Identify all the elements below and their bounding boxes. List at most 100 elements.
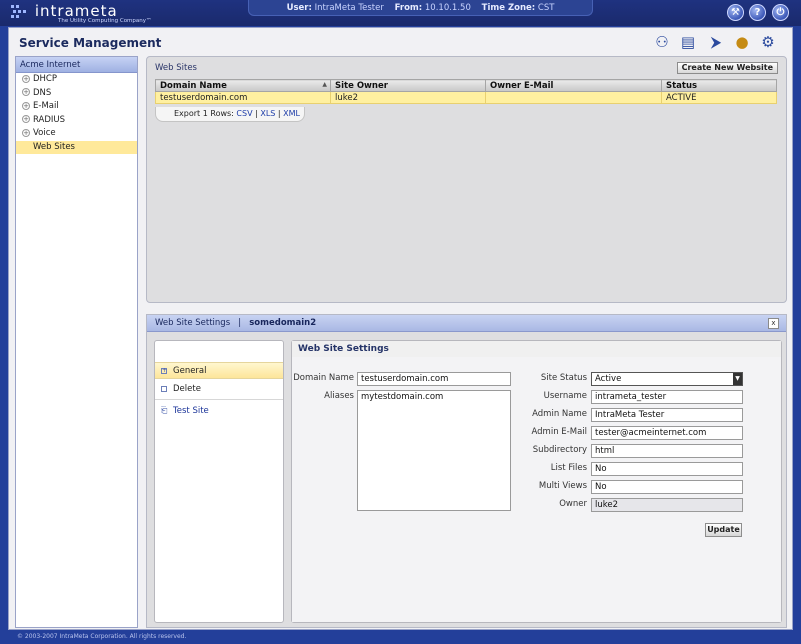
nav-general[interactable]: + General bbox=[155, 362, 283, 379]
nav-general-label: General bbox=[173, 366, 207, 376]
username-field[interactable]: intrameta_tester bbox=[591, 390, 743, 404]
admin-email-label: Admin E-Mail bbox=[531, 427, 588, 437]
help-icon[interactable]: ? bbox=[749, 4, 766, 21]
export-separator: | bbox=[277, 109, 281, 118]
from-value: 10.10.1.50 bbox=[424, 3, 471, 13]
domain-name-field[interactable]: testuserdomain.com bbox=[357, 372, 511, 386]
nav-delete-label: Delete bbox=[173, 384, 201, 394]
create-website-button[interactable]: Create New Website bbox=[676, 62, 778, 74]
logo-mark-icon bbox=[11, 5, 26, 18]
timezone-value: CST bbox=[537, 3, 555, 13]
admin-email-field[interactable]: tester@acmeinternet.com bbox=[591, 426, 743, 440]
tree-item-email[interactable]: + E-Mail bbox=[16, 100, 137, 114]
admin-name-field[interactable]: IntraMeta Tester bbox=[591, 408, 743, 422]
export-xls-link[interactable]: XLS bbox=[260, 109, 275, 118]
form-body: Domain Name testuserdomain.com Aliases m… bbox=[292, 357, 781, 622]
title-separator: | bbox=[238, 318, 242, 328]
gears-icon[interactable]: ⚙ bbox=[758, 32, 778, 52]
wrench-icon[interactable]: ⚒ bbox=[727, 4, 744, 21]
form-title: Web Site Settings bbox=[298, 344, 389, 354]
column-header-email[interactable]: Owner E-Mail bbox=[485, 79, 662, 92]
column-header-domain[interactable]: Domain Name ▲ bbox=[155, 79, 331, 92]
tree-item-radius[interactable]: + RADIUS bbox=[16, 114, 137, 128]
sort-asc-icon: ▲ bbox=[322, 80, 327, 88]
tree-header: Acme Internet bbox=[16, 57, 137, 73]
service-tree: Acme Internet + DHCP + DNS + E-Mail + RADIUS… bbox=[15, 56, 138, 628]
site-status-value: Active bbox=[595, 374, 622, 384]
column-header-status[interactable]: Status bbox=[661, 79, 777, 92]
websites-panel: Web Sites Create New Website Domain Name… bbox=[146, 56, 787, 303]
settings-domain: somedomain2 bbox=[249, 318, 317, 328]
page-title: Service Management bbox=[19, 36, 162, 50]
expand-icon[interactable]: + bbox=[22, 74, 30, 83]
website-settings-panel: Web Site Settings | somedomain2 x + Gene… bbox=[146, 314, 787, 628]
expand-icon[interactable]: + bbox=[22, 128, 30, 137]
column-header-owner[interactable]: Site Owner bbox=[330, 79, 486, 92]
table-row[interactable]: testuserdomain.com luke2 ACTIVE bbox=[155, 91, 777, 104]
id-card-icon[interactable]: ▤ bbox=[678, 32, 698, 52]
tree-item-dns[interactable]: + DNS bbox=[16, 87, 137, 101]
nav-test-site[interactable]: ⎗ Test Site bbox=[155, 403, 283, 420]
list-files-field[interactable]: No bbox=[591, 462, 743, 476]
subdirectory-field[interactable]: html bbox=[591, 444, 743, 458]
aliases-label: Aliases bbox=[324, 391, 354, 401]
owner-label: Owner bbox=[559, 499, 587, 509]
nav-delete[interactable]: Delete bbox=[155, 381, 283, 398]
nav-divider bbox=[155, 399, 283, 400]
top-bar: intrameta The Utility Computing Company™… bbox=[0, 0, 801, 26]
settings-form: Web Site Settings Domain Name testuserdo… bbox=[291, 340, 782, 623]
logo: intrameta The Utility Computing Company™ bbox=[10, 2, 152, 24]
username-label: Username bbox=[543, 391, 587, 401]
tree-item-label: DHCP bbox=[33, 74, 57, 84]
export-label: Export 1 Rows: bbox=[174, 109, 234, 118]
form-header: Web Site Settings bbox=[292, 341, 781, 357]
nav-test-site-label: Test Site bbox=[173, 406, 209, 416]
tree-item-label: E-Mail bbox=[33, 101, 59, 111]
logo-tagline: The Utility Computing Company™ bbox=[58, 18, 152, 24]
cell-domain: testuserdomain.com bbox=[155, 91, 331, 104]
user-value: IntraMeta Tester bbox=[314, 3, 384, 13]
from-label: From: bbox=[394, 3, 423, 13]
export-xml-link[interactable]: XML bbox=[283, 109, 300, 118]
subdirectory-label: Subdirectory bbox=[532, 445, 587, 455]
tree-item-label: DNS bbox=[33, 87, 52, 98]
close-button[interactable]: x bbox=[768, 318, 779, 329]
list-files-label: List Files bbox=[550, 463, 587, 473]
domain-name-label: Domain Name bbox=[293, 373, 354, 383]
settings-titlebar: Web Site Settings | somedomain2 bbox=[147, 315, 786, 332]
external-link-icon: ⎗ bbox=[161, 406, 168, 415]
expand-icon[interactable]: + bbox=[22, 115, 30, 123]
aliases-textarea[interactable]: mytestdomain.com bbox=[357, 390, 511, 511]
cell-owner: luke2 bbox=[330, 91, 486, 104]
network-icon[interactable]: ⮞ bbox=[706, 32, 726, 52]
globe-icon[interactable]: ● bbox=[732, 32, 752, 52]
settings-nav: + General Delete ⎗ Test Site bbox=[154, 340, 284, 623]
main-panel: Service Management ⚇ ▤ ⮞ ● ⚙ Acme Intern… bbox=[8, 27, 793, 630]
expand-icon[interactable]: + bbox=[22, 88, 30, 96]
export-csv-link[interactable]: CSV bbox=[236, 109, 252, 118]
update-button[interactable]: Update bbox=[705, 523, 742, 537]
users-icon[interactable]: ⚇ bbox=[652, 32, 672, 52]
footer-copyright: © 2003-2007 IntraMeta Corporation. All r… bbox=[17, 633, 187, 640]
owner-field: luke2 bbox=[591, 498, 743, 512]
tree-item-label: Web Sites bbox=[33, 141, 75, 152]
tree-item-label: Voice bbox=[33, 128, 56, 138]
tree-item-voice[interactable]: + Voice bbox=[16, 127, 137, 141]
timezone-label: Time Zone: bbox=[481, 3, 536, 13]
expand-icon[interactable]: + bbox=[22, 101, 30, 110]
multi-views-field[interactable]: No bbox=[591, 480, 743, 494]
session-info: User: IntraMeta Tester From: 10.10.1.50 … bbox=[248, 0, 593, 16]
export-separator: | bbox=[255, 109, 258, 118]
websites-panel-label: Web Sites bbox=[155, 63, 197, 73]
websites-table: Domain Name ▲ Site Owner Owner E-Mail Sta… bbox=[155, 79, 777, 104]
tree-item-dhcp[interactable]: + DHCP bbox=[16, 73, 137, 87]
tree-item-web-sites[interactable]: Web Sites bbox=[16, 140, 137, 154]
expand-icon: + bbox=[161, 367, 168, 374]
power-icon[interactable]: ⏻ bbox=[772, 4, 789, 21]
tree-item-label: RADIUS bbox=[33, 114, 66, 125]
export-bar: Export 1 Rows: CSV | XLS | XML bbox=[155, 107, 305, 122]
site-status-select[interactable]: Active ▼ bbox=[591, 372, 743, 386]
user-label: User: bbox=[286, 3, 312, 13]
cell-status: ACTIVE bbox=[661, 91, 777, 104]
site-status-label: Site Status bbox=[540, 373, 587, 383]
